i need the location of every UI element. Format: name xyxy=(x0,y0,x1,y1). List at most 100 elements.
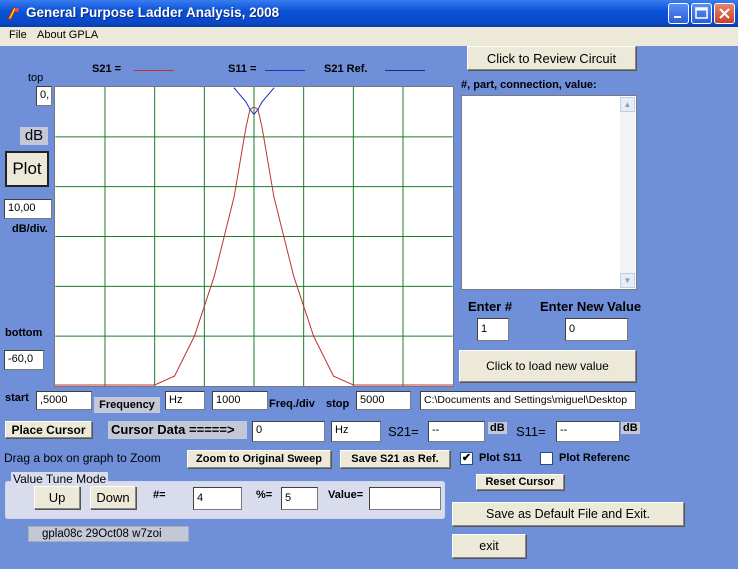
legend-s11-label: S11 = xyxy=(228,63,257,75)
save-ref-button[interactable]: Save S21 as Ref. xyxy=(340,450,450,468)
freq-div-label: Freq./div xyxy=(269,398,315,410)
dbdiv-label: dB/div. xyxy=(12,223,48,235)
exit-button[interactable]: exit xyxy=(452,534,526,558)
tune-num-input[interactable]: 4 xyxy=(193,487,242,510)
dbdiv-input[interactable]: 10,00 xyxy=(4,199,52,219)
freq-unit-input[interactable]: Hz xyxy=(165,391,205,410)
tune-num-label: #= xyxy=(153,489,166,501)
cursor-s11-input[interactable]: -- xyxy=(556,421,620,442)
graph-grid xyxy=(55,87,453,386)
menu-about[interactable]: About GPLA xyxy=(37,29,98,41)
plot-button[interactable]: Plot xyxy=(5,151,49,187)
plot-s11-label: Plot S11 xyxy=(479,452,522,464)
s21-point xyxy=(352,384,354,386)
cursor-freq-input[interactable]: 0 xyxy=(252,421,325,442)
s21-point xyxy=(253,106,255,108)
scroll-up-button[interactable]: ▲ xyxy=(620,97,635,112)
frequency-label: Frequency xyxy=(94,397,160,413)
stop-input[interactable]: 5000 xyxy=(356,391,411,410)
cursor-s21-unit: dB xyxy=(488,422,507,434)
start-input[interactable]: ,5000 xyxy=(36,391,92,410)
enter-value-label: Enter New Value xyxy=(540,299,642,314)
s21-point xyxy=(74,384,76,386)
cursor-s11-unit: dB xyxy=(621,422,640,434)
minimize-button[interactable] xyxy=(668,3,689,24)
s21-point xyxy=(332,375,334,377)
s11-point xyxy=(249,108,251,110)
cursor-s21-input[interactable]: -- xyxy=(428,421,485,442)
tune-up-button[interactable]: Up xyxy=(34,486,80,509)
s21-point xyxy=(313,335,315,337)
reset-cursor-button[interactable]: Reset Cursor xyxy=(476,474,564,490)
s21-point xyxy=(372,384,374,386)
cursor-unit-input[interactable]: Hz xyxy=(331,421,381,442)
legend-s11-swatch xyxy=(265,70,305,71)
s21-point xyxy=(213,275,215,277)
start-label: start xyxy=(5,392,29,404)
s21-point xyxy=(293,275,295,277)
s21-point xyxy=(432,384,434,386)
enter-num-label: Enter # xyxy=(468,299,513,314)
tune-value-label: Value= xyxy=(328,489,364,501)
plot-ref-label: Plot Referenc xyxy=(559,452,630,464)
bottom-label: bottom xyxy=(5,327,43,339)
file-path-input[interactable]: C:\Documents and Settings\miguel\Desktop xyxy=(420,391,636,410)
place-cursor-button[interactable]: Place Cursor xyxy=(5,421,92,438)
legend-s21ref-swatch xyxy=(385,70,425,71)
s11-point xyxy=(245,101,247,103)
minimize-icon xyxy=(674,16,681,18)
close-button[interactable] xyxy=(714,3,735,24)
freq-div-input[interactable]: 1000 xyxy=(212,391,268,410)
plot-s11-checkbox[interactable]: ✔ xyxy=(460,452,473,465)
tune-down-button[interactable]: Down xyxy=(90,486,136,509)
s11-point xyxy=(261,101,263,103)
s21-point xyxy=(134,384,136,386)
tune-value-input[interactable] xyxy=(369,487,441,510)
enter-value-input[interactable]: 0 xyxy=(565,318,628,341)
load-new-value-button[interactable]: Click to load new value xyxy=(459,350,636,382)
menu-bar xyxy=(0,27,738,46)
save-default-button[interactable]: Save as Default File and Exit. xyxy=(452,502,684,526)
circuit-list[interactable]: ▲ ▼ xyxy=(461,95,637,290)
top-value-input[interactable]: 0, xyxy=(36,86,52,106)
s21-point xyxy=(452,384,453,386)
tune-pct-input[interactable]: 5 xyxy=(281,487,318,510)
s21-point xyxy=(114,384,116,386)
s21-point xyxy=(245,126,247,128)
chevron-down-icon: ▼ xyxy=(623,276,632,285)
window-title: General Purpose Ladder Analysis, 2008 xyxy=(26,5,280,20)
plot-ref-checkbox[interactable] xyxy=(540,452,553,465)
stop-label: stop xyxy=(326,398,350,410)
app-icon xyxy=(6,5,22,21)
legend-s21-label: S21 = xyxy=(92,63,122,75)
zoom-original-button[interactable]: Zoom to Original Sweep xyxy=(187,450,331,468)
maximize-icon xyxy=(695,7,708,19)
scroll-down-button[interactable]: ▼ xyxy=(620,273,635,288)
version-label: gpla08c 29Oct08 w7zoi xyxy=(28,526,189,542)
s21-point xyxy=(233,196,235,198)
s21-point xyxy=(261,126,263,128)
s21-point xyxy=(392,384,394,386)
enter-num-input[interactable]: 1 xyxy=(477,318,509,341)
s21-point xyxy=(273,196,275,198)
drag-hint: Drag a box on graph to Zoom xyxy=(4,451,161,465)
scroll-track[interactable] xyxy=(620,112,635,273)
top-label: top xyxy=(28,72,44,84)
cursor-s11-label: S11= xyxy=(516,424,546,439)
cursor-data-label: Cursor Data =====> xyxy=(108,421,247,439)
s21-point xyxy=(174,375,176,377)
legend-s21-swatch xyxy=(134,70,174,71)
s11-point xyxy=(253,113,255,115)
bottom-value-input[interactable]: -60,0 xyxy=(4,350,44,370)
legend-s21ref-label: S21 Ref. xyxy=(324,63,368,75)
tune-pct-label: %= xyxy=(256,489,273,501)
maximize-button[interactable] xyxy=(691,3,712,24)
cursor-s21-label: S21= xyxy=(388,424,419,439)
menu-file[interactable]: File xyxy=(9,29,27,41)
value-tune-legend: Value Tune Mode xyxy=(11,472,109,486)
review-circuit-button[interactable]: Click to Review Circuit xyxy=(467,46,636,70)
response-graph[interactable] xyxy=(54,86,454,387)
s21-point xyxy=(412,384,414,386)
s21-point xyxy=(55,384,56,386)
s11-point xyxy=(273,87,275,89)
